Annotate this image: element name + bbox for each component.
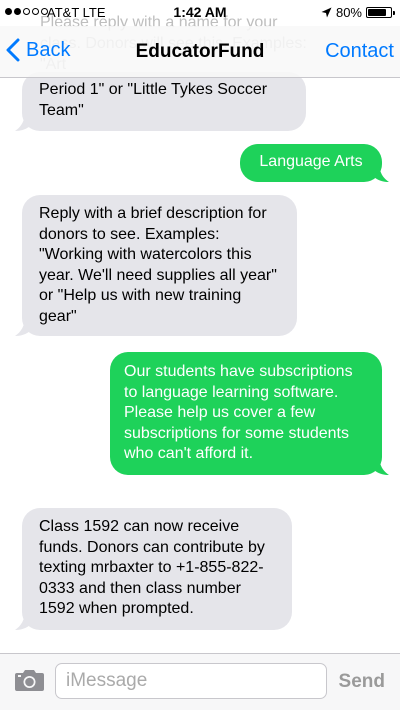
bubble-tail: [371, 454, 389, 475]
message-bubble-incoming[interactable]: Period 1" or "Little Tykes Soccer Team": [15, 72, 306, 131]
message-text: Language Arts: [259, 153, 363, 170]
battery-percent: 80%: [335, 5, 362, 20]
bubble-tail: [15, 609, 33, 630]
compose-bar: Send: [0, 653, 400, 710]
message-bubble-outgoing[interactable]: Our students have subscriptions to langu…: [110, 352, 389, 475]
status-bar: AT&T LTE 1:42 AM 80%: [0, 0, 400, 26]
navigation-bar: Back EducatorFund Contact: [0, 26, 400, 78]
message-text: Class 1592 can now receive funds. Donors…: [39, 518, 265, 617]
battery-fill: [368, 9, 386, 16]
message-input[interactable]: [55, 663, 327, 699]
battery-icon: [366, 7, 395, 18]
message-bubble-outgoing[interactable]: Language Arts: [240, 144, 389, 182]
message-bubble-incoming[interactable]: Class 1592 can now receive funds. Donors…: [15, 508, 292, 630]
message-text: Period 1" or "Little Tykes Soccer Team": [39, 81, 268, 119]
bubble-tail: [15, 316, 33, 336]
bubble-tail: [371, 161, 389, 182]
contact-button[interactable]: Contact: [325, 40, 394, 63]
camera-icon: [15, 670, 44, 691]
location-arrow-icon: [321, 7, 332, 18]
bubble-tail: [15, 111, 33, 131]
message-bubble-incoming[interactable]: Reply with a brief description for donor…: [15, 195, 297, 336]
message-thread[interactable]: Please reply with a name for your class.…: [0, 0, 400, 652]
send-button[interactable]: Send: [339, 671, 385, 693]
message-text: Reply with a brief description for donor…: [39, 205, 277, 325]
camera-button[interactable]: [14, 668, 45, 697]
message-text: Our students have subscriptions to langu…: [124, 363, 353, 462]
